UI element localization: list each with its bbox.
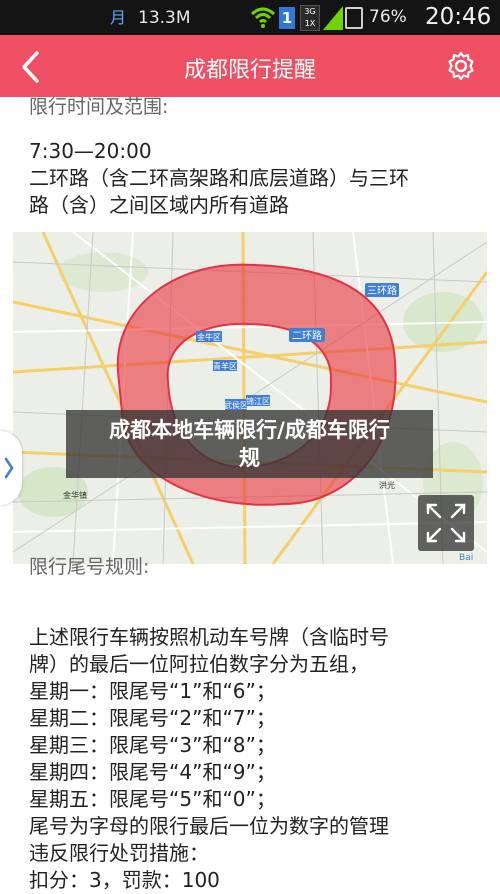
network-speed: 13.3M (138, 8, 191, 28)
restriction-area-line-2: 路（含）之间区域内所有道路 (29, 193, 289, 217)
wifi-icon (250, 7, 276, 28)
map-label-jinjiang: 锦江区 (246, 396, 270, 406)
rules-line: 星期三：限尾号“3”和“8”； (29, 733, 276, 757)
map-caption-line-1: 成都本地车辆限行/成都车限行 (109, 418, 390, 442)
rules-line: 牌）的最后一位阿拉伯数字分为五组， (29, 652, 369, 676)
article-content: 限行时间及范围: 7:30—20:00 二环路（含二环高架路和底层道路）与三环 … (0, 96, 500, 892)
restriction-map[interactable]: 三环路 二环路 金牛区 青羊区 武侯区 锦江区 洪光 金华镇 Bai (13, 232, 487, 564)
map-label-jinniu: 金牛区 (197, 332, 221, 342)
section-heading-time-range: 限行时间及范围: (29, 96, 169, 118)
gear-icon[interactable] (444, 49, 478, 83)
rules-line: 星期一：限尾号“1”和“6”； (29, 679, 276, 703)
section-heading-rules: 限行尾号规则: (29, 556, 150, 578)
map-label-qingyang: 青羊区 (213, 361, 237, 371)
side-panel-handle[interactable] (0, 431, 22, 505)
map-caption: 成都本地车辆限行/成都车限行 规 (66, 410, 433, 478)
rules-line: 星期二：限尾号“2”和“7”； (29, 706, 276, 730)
expand-icon (426, 503, 466, 543)
restriction-time: 7:30—20:00 (29, 139, 152, 163)
rules-line: 违反限行处罚措施： (29, 841, 209, 865)
sd-card-icon (345, 7, 363, 29)
rules-line: 星期四：限尾号“4”和“9”； (29, 760, 276, 784)
rules-list: 上述限行车辆按照机动车号牌（含临时号 牌）的最后一位阿拉伯数字分为五组， 星期一… (29, 624, 389, 894)
sim-card-badge: 1 (279, 7, 295, 29)
fullscreen-button[interactable] (418, 495, 474, 551)
map-canvas: 三环路 二环路 金牛区 青羊区 武侯区 锦江区 洪光 金华镇 Bai (13, 232, 487, 564)
app-header: 成都限行提醒 (0, 35, 500, 97)
signal-strength-icon (323, 6, 343, 30)
chevron-right-icon (4, 457, 14, 479)
app-notification-icon: 月 (110, 8, 127, 27)
page-title: 成都限行提醒 (183, 58, 316, 83)
rules-line: 星期五：限尾号“5”和“0”； (29, 787, 276, 811)
map-label-hongguang: 洪光 (379, 480, 395, 490)
clock: 20:46 (425, 4, 492, 30)
map-attribution: Bai (459, 553, 473, 563)
rules-line: 扣分：3，罚款：100 (29, 868, 220, 892)
map-label-second-ring: 二环路 (292, 329, 322, 342)
rules-line: 上述限行车辆按照机动车号牌（含临时号 (29, 625, 389, 649)
map-caption-line-2: 规 (239, 446, 260, 470)
battery-level: 76% (369, 7, 407, 27)
map-label-wuhou: 武侯区 (224, 400, 248, 410)
rules-line: 尾号为字母的限行最后一位为数字的管理 (29, 814, 389, 838)
map-label-third-ring: 三环路 (367, 284, 397, 297)
restriction-area-line-1: 二环路（含二环高架路和底层道路）与三环 (29, 166, 409, 190)
status-bar: 月 13.3M 1 3G 1X 76% 20:46 (0, 0, 500, 35)
map-label-jinhua: 金华镇 (63, 490, 87, 500)
network-type-badge: 3G 1X (300, 5, 320, 31)
